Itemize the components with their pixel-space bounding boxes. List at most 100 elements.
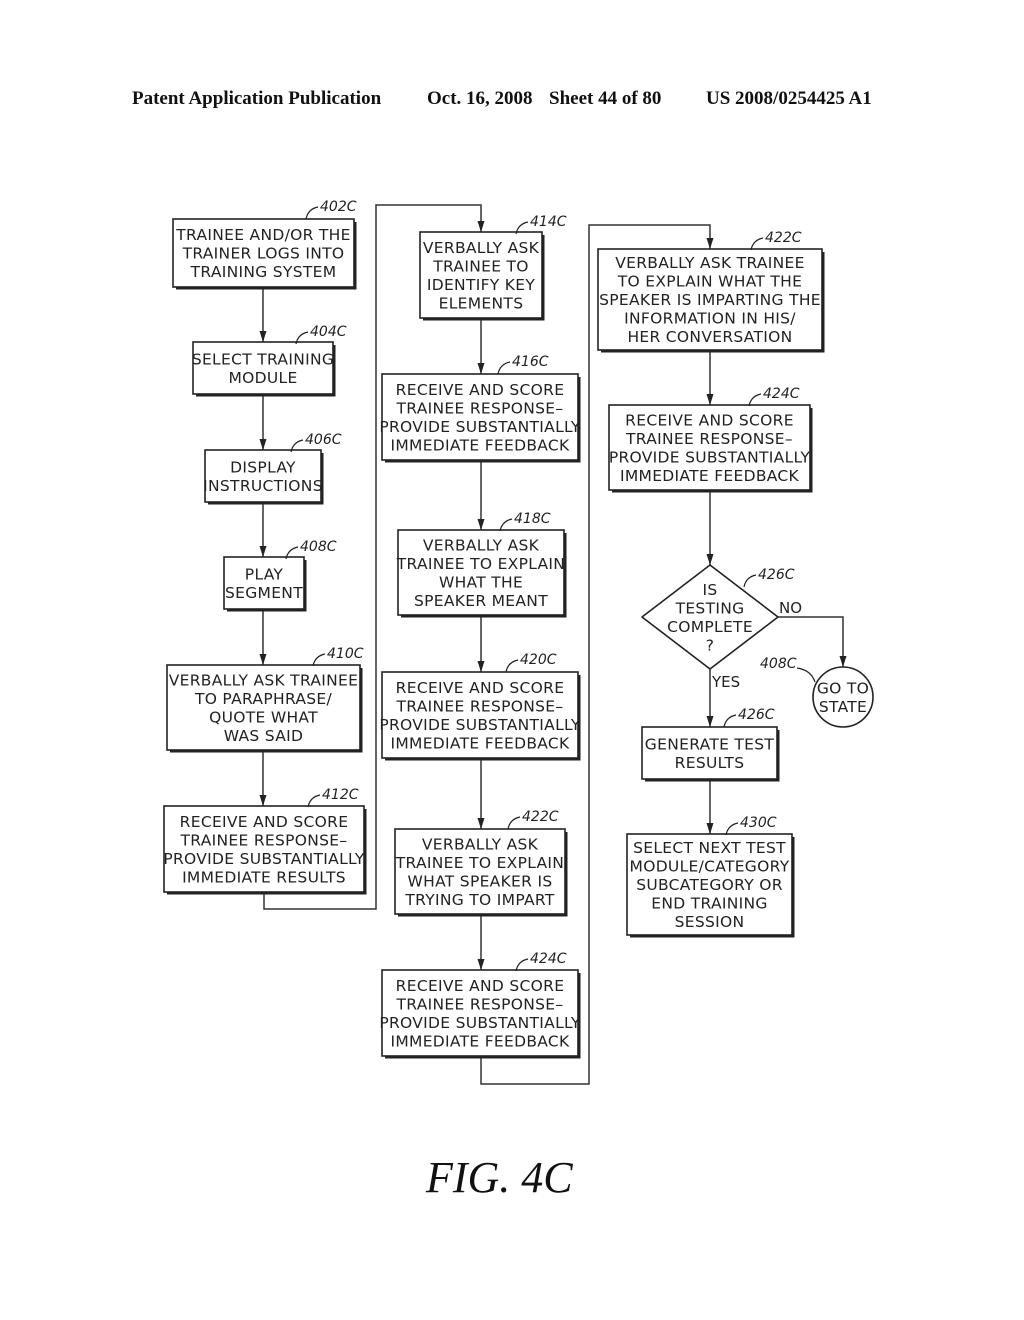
reference-leader xyxy=(497,361,511,375)
edge-0 xyxy=(259,289,267,342)
node-text-line: PROVIDE SUBSTANTIALLY xyxy=(163,850,365,868)
node-text-line: ? xyxy=(706,636,715,654)
node-text-line: RESULTS xyxy=(675,754,745,772)
node-text-line: PROVIDE SUBSTANTIALLY xyxy=(379,1014,581,1032)
arrowhead xyxy=(706,823,714,834)
node-text-line: TRAINEE RESPONSE– xyxy=(396,697,564,715)
node-text-line: SUBCATEGORY OR xyxy=(636,876,783,894)
node-text-line: TESTING xyxy=(675,599,745,617)
node-text-line: DISPLAY xyxy=(230,458,296,476)
reference-numeral: 426C xyxy=(758,567,795,583)
node-text-line: TRYING TO IMPART xyxy=(404,891,554,909)
node-text-line: TRAINER LOGS INTO xyxy=(182,245,345,263)
node-text-line: SEGMENT xyxy=(225,584,303,602)
node-text-line: IMMEDIATE FEEDBACK xyxy=(620,467,800,485)
node-text-line: WAS SAID xyxy=(224,727,303,745)
arrowhead xyxy=(477,221,485,232)
node-text-line: VERBALLY ASK TRAINEE xyxy=(615,254,805,272)
node-text-line: TRAINEE TO xyxy=(432,257,529,275)
node-text-line: TRAINEE RESPONSE– xyxy=(396,995,564,1013)
flow-node-402c: TRAINEE AND/OR THETRAINER LOGS INTOTRAIN… xyxy=(172,199,357,290)
arrowhead xyxy=(839,656,847,667)
figure-label: FIG. 4C xyxy=(425,1153,573,1202)
reference-numeral: 426C xyxy=(738,707,775,723)
node-text-line: STATE xyxy=(819,698,867,716)
reference-leader xyxy=(305,206,319,220)
edge-16 xyxy=(706,781,714,834)
arrowhead xyxy=(477,959,485,970)
arrowhead xyxy=(477,519,485,530)
reference-numeral: 416C xyxy=(512,354,549,370)
node-text-line: HER CONVERSATION xyxy=(627,328,792,346)
arrowhead xyxy=(259,795,267,806)
edge-8 xyxy=(477,617,485,672)
edge-12 xyxy=(706,352,714,405)
node-text-line: MODULE/CATEGORY xyxy=(630,858,790,876)
arrowhead xyxy=(706,716,714,727)
node-text-line: WHAT SPEAKER IS xyxy=(408,872,553,890)
node-text-line: VERBALLY ASK xyxy=(422,835,539,853)
reference-numeral: 422C xyxy=(765,230,802,246)
edge-6 xyxy=(477,320,485,374)
flow-node-404c: SELECT TRAININGMODULE 404C xyxy=(192,324,347,397)
node-text-line: IDENTIFY KEY xyxy=(427,276,536,294)
node-text-line: IMMEDIATE FEEDBACK xyxy=(391,436,571,454)
reference-numeral: 402C xyxy=(320,199,357,215)
reference-numeral: 424C xyxy=(530,951,567,967)
reference-leader xyxy=(505,659,519,673)
edge-9 xyxy=(477,760,485,829)
node-text-line: VERBALLY ASK xyxy=(423,239,540,257)
reference-numeral: 414C xyxy=(530,214,567,230)
reference-numeral: 406C xyxy=(305,432,342,448)
node-text-line: MODULE xyxy=(228,369,297,387)
node-text-line: QUOTE WHAT xyxy=(209,708,318,726)
reference-leader xyxy=(723,714,737,728)
edge-2 xyxy=(259,504,267,557)
node-text-line: END TRAINING xyxy=(651,895,767,913)
node-text-line: VERBALLY ASK xyxy=(423,536,540,554)
edge-7 xyxy=(477,462,485,530)
node-text-line: SESSION xyxy=(675,913,745,931)
reference-numeral: 412C xyxy=(322,787,359,803)
edge-3 xyxy=(259,611,267,665)
arrowhead xyxy=(706,394,714,405)
flow-node-412c: RECEIVE AND SCORETRAINEE RESPONSE–PROVID… xyxy=(163,787,367,895)
reference-leader xyxy=(750,237,764,251)
edge-15-yes: YES xyxy=(706,669,740,727)
flow-node-426c-d: ISTESTINGCOMPLETE? 426C xyxy=(641,564,795,670)
arrowhead xyxy=(477,363,485,374)
arrowhead xyxy=(259,331,267,342)
node-text-line: ELEMENTS xyxy=(439,294,524,312)
reference-leader xyxy=(507,816,521,830)
arrowhead xyxy=(477,661,485,672)
node-text-line: IMMEDIATE FEEDBACK xyxy=(391,1032,571,1050)
reference-leader xyxy=(796,667,816,683)
node-text-line: IMMEDIATE FEEDBACK xyxy=(391,734,571,752)
flow-node-408c: PLAYSEGMENT 408C xyxy=(223,539,337,612)
reference-numeral: 422C xyxy=(522,809,559,825)
branch-label-no: NO xyxy=(779,599,802,617)
node-text-line: TRAINEE RESPONSE– xyxy=(396,399,564,417)
node-text-line: TRAINING SYSTEM xyxy=(190,263,337,281)
reference-numeral: 420C xyxy=(520,652,557,668)
edge-4 xyxy=(259,752,267,806)
node-text-line: WHAT THE xyxy=(439,573,523,591)
node-text-line: PLAY xyxy=(245,565,284,583)
reference-numeral: 430C xyxy=(740,815,777,831)
node-text-line: TRAINEE RESPONSE– xyxy=(180,831,348,849)
node-text-line: SPEAKER IS IMPARTING THE xyxy=(599,291,821,309)
edge-10 xyxy=(477,916,485,970)
reference-leader xyxy=(743,574,757,588)
node-text-line: INFORMATION IN HIS/ xyxy=(624,310,796,328)
node-text-line: TRAINEE RESPONSE– xyxy=(625,430,793,448)
node-text-line: SELECT TRAINING xyxy=(192,350,334,368)
node-text-line: RECEIVE AND SCORE xyxy=(180,813,349,831)
node-text-line: GO TO xyxy=(817,679,869,697)
node-text-line: TO PARAPHRASE/ xyxy=(194,690,333,708)
arrowhead xyxy=(259,546,267,557)
reference-numeral: 404C xyxy=(310,324,347,340)
flowchart: NO YES TRAINEE AND/OR THETRAINER LOGS INT… xyxy=(163,199,874,1202)
node-text-line: INSTRUCTIONS xyxy=(203,477,323,495)
arrowhead xyxy=(706,554,714,565)
node-text-line: COMPLETE xyxy=(667,618,753,636)
